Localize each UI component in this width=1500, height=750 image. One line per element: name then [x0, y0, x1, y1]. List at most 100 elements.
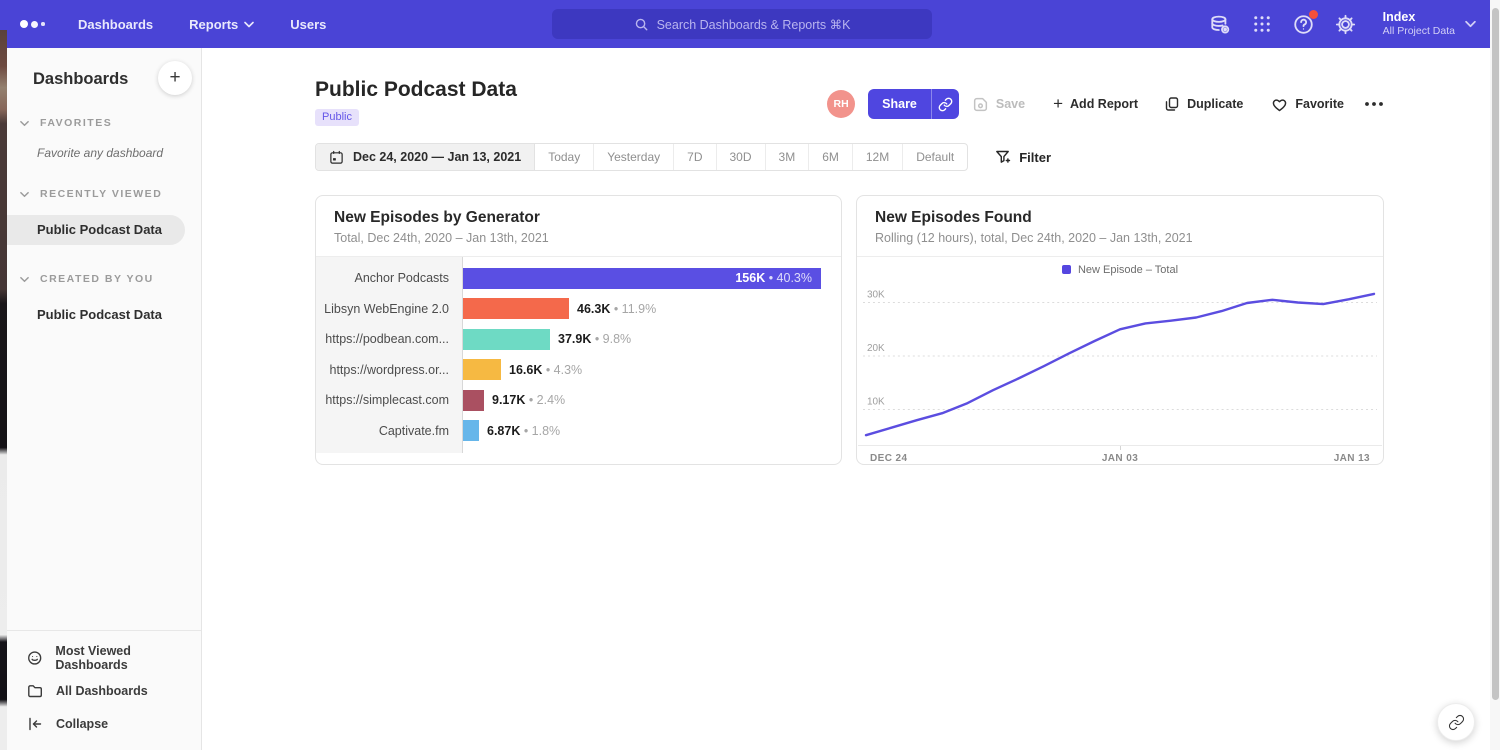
project-name: Index	[1383, 10, 1455, 26]
copy-share-link-button[interactable]	[931, 89, 959, 119]
bar-row: https://simplecast.com 9.17K • 2.4%	[316, 385, 841, 416]
legend-swatch	[1062, 265, 1071, 274]
line-chart: 10K20K30K	[863, 282, 1377, 445]
x-axis: DEC 24 JAN 03 JAN 13	[858, 445, 1382, 465]
mixpanel-logo-icon[interactable]	[20, 20, 54, 28]
date-range-button[interactable]: Dec 24, 2020 — Jan 13, 2021	[316, 144, 535, 170]
nav-users[interactable]: Users	[290, 17, 326, 32]
bar-row: https://wordpress.or...16.6K • 4.3%	[316, 355, 841, 386]
x-tick-label: DEC 24	[870, 453, 907, 464]
public-badge: Public	[315, 109, 359, 126]
card-title: New Episodes by Generator	[334, 209, 823, 227]
chevron-down-icon	[1465, 20, 1476, 28]
save-button[interactable]: Save	[972, 96, 1025, 113]
page-scrollbar	[1490, 0, 1500, 750]
bar-segment[interactable]	[463, 298, 569, 319]
date-preset-yesterday[interactable]: Yesterday	[594, 144, 674, 170]
filter-button[interactable]: Filter	[995, 149, 1051, 165]
sidebar-item-public-podcast-data[interactable]: Public Podcast Data	[7, 215, 185, 245]
plus-icon: +	[1053, 95, 1063, 112]
x-tick-mark	[1120, 446, 1121, 450]
line-series[interactable]	[866, 294, 1374, 435]
duplicate-button[interactable]: Duplicate	[1164, 96, 1243, 112]
chart-legend: New Episode – Total	[857, 257, 1383, 282]
bar-value-label: 37.9K • 9.8%	[558, 332, 631, 346]
bar-category-label: Captivate.fm	[316, 424, 463, 438]
bar-category-label: https://simplecast.com	[316, 393, 463, 407]
nav-dashboards[interactable]: Dashboards	[78, 17, 153, 32]
bar-value-label: 46.3K • 11.9%	[577, 302, 656, 316]
bar-value-label: 16.6K • 4.3%	[509, 363, 582, 377]
date-preset-3m[interactable]: 3M	[766, 144, 810, 170]
search-placeholder: Search Dashboards & Reports ⌘K	[657, 17, 851, 32]
date-preset-default[interactable]: Default	[903, 144, 967, 170]
y-tick-label: 30K	[867, 289, 885, 300]
x-tick-label: JAN 03	[1102, 453, 1138, 464]
bar-row: Anchor Podcasts 156K • 40.3%	[316, 263, 841, 294]
card-subtitle: Rolling (12 hours), total, Dec 24th, 202…	[875, 231, 1365, 245]
add-dashboard-button[interactable]: +	[158, 61, 192, 95]
collapse-sidebar-button[interactable]: Collapse	[7, 707, 201, 740]
bar-rows: Anchor Podcasts 156K • 40.3% Libsyn WebEng…	[316, 263, 841, 446]
sidebar-item-public-podcast-data-created[interactable]: Public Podcast Data	[7, 300, 201, 330]
nav-reports[interactable]: Reports	[189, 17, 254, 32]
bar-row: https://podbean.com... 37.9K • 9.8%	[316, 324, 841, 355]
chevron-down-icon	[20, 120, 29, 127]
floating-share-link-button[interactable]	[1437, 703, 1475, 741]
bar-segment[interactable]: 156K • 40.3%	[463, 268, 821, 289]
bar-row: Libsyn WebEngine 2.0 46.3K • 11.9%	[316, 294, 841, 325]
chevron-down-icon	[244, 21, 254, 28]
date-preset-6m[interactable]: 6M	[809, 144, 853, 170]
bar-segment[interactable]	[463, 329, 550, 350]
bar-row: Captivate.fm 6.87K • 1.8%	[316, 416, 841, 447]
favorite-button[interactable]: Favorite	[1271, 96, 1344, 113]
section-recently-viewed[interactable]: RECENTLY VIEWED	[7, 188, 201, 200]
bar-value-label: 9.17K • 2.4%	[492, 393, 565, 407]
bar-chart: Anchor Podcasts 156K • 40.3% Libsyn WebEng…	[316, 257, 841, 453]
more-options-button[interactable]	[1364, 101, 1384, 107]
bar-value-label: 156K • 40.3%	[735, 271, 812, 285]
link-icon	[1448, 714, 1465, 731]
date-preset-12m[interactable]: 12M	[853, 144, 903, 170]
bar-category-label: Anchor Podcasts	[316, 271, 463, 285]
bar-segment[interactable]	[463, 390, 484, 411]
search-icon	[634, 17, 649, 32]
share-button[interactable]: Share	[868, 89, 959, 119]
settings-gear-icon[interactable]	[1335, 13, 1357, 35]
folder-icon	[27, 683, 43, 699]
date-preset-7d[interactable]: 7D	[674, 144, 716, 170]
bar-category-label: Libsyn WebEngine 2.0	[316, 302, 463, 316]
card-subtitle: Total, Dec 24th, 2020 – Jan 13th, 2021	[334, 231, 823, 245]
filter-funnel-icon	[995, 149, 1011, 165]
all-dashboards-button[interactable]: All Dashboards	[7, 674, 201, 707]
scrollbar-thumb[interactable]	[1492, 8, 1499, 700]
date-preset-today[interactable]: Today	[535, 144, 594, 170]
chevron-down-icon	[20, 276, 29, 283]
bar-segment[interactable]	[463, 420, 479, 441]
more-dots-icon	[1364, 101, 1384, 107]
project-scope: All Project Data	[1383, 25, 1455, 38]
project-selector[interactable]: Index All Project Data	[1383, 10, 1476, 39]
section-favorites[interactable]: FAVORITES	[7, 117, 201, 129]
bar-value-label: 6.87K • 1.8%	[487, 424, 560, 438]
x-tick-label: JAN 13	[1334, 453, 1370, 464]
main-content: Public Podcast Data Public RH Share Save…	[202, 48, 1490, 750]
most-viewed-dashboards-button[interactable]: Most Viewed Dashboards	[7, 641, 201, 674]
date-presets: TodayYesterday7D30D3M6M12MDefault	[535, 144, 967, 170]
top-nav: Dashboards Reports Users Search Dashboar…	[0, 0, 1500, 48]
bar-segment[interactable]	[463, 359, 501, 380]
chevron-down-icon	[20, 191, 29, 198]
card-title: New Episodes Found	[875, 209, 1365, 227]
data-management-icon[interactable]	[1209, 13, 1231, 35]
section-created-by-you[interactable]: CREATED BY YOU	[7, 273, 201, 285]
card-new-episodes-found: New Episodes Found Rolling (12 hours), t…	[856, 195, 1384, 465]
avatar[interactable]: RH	[827, 90, 855, 118]
bar-category-label: https://podbean.com...	[316, 332, 463, 346]
search-input[interactable]: Search Dashboards & Reports ⌘K	[552, 9, 932, 39]
desktop-edge-strip	[0, 30, 7, 750]
add-report-button[interactable]: + Add Report	[1053, 97, 1138, 112]
favorites-empty-text: Favorite any dashboard	[37, 146, 201, 160]
help-icon[interactable]	[1293, 13, 1315, 35]
apps-grid-icon[interactable]	[1251, 13, 1273, 35]
date-preset-30d[interactable]: 30D	[717, 144, 766, 170]
